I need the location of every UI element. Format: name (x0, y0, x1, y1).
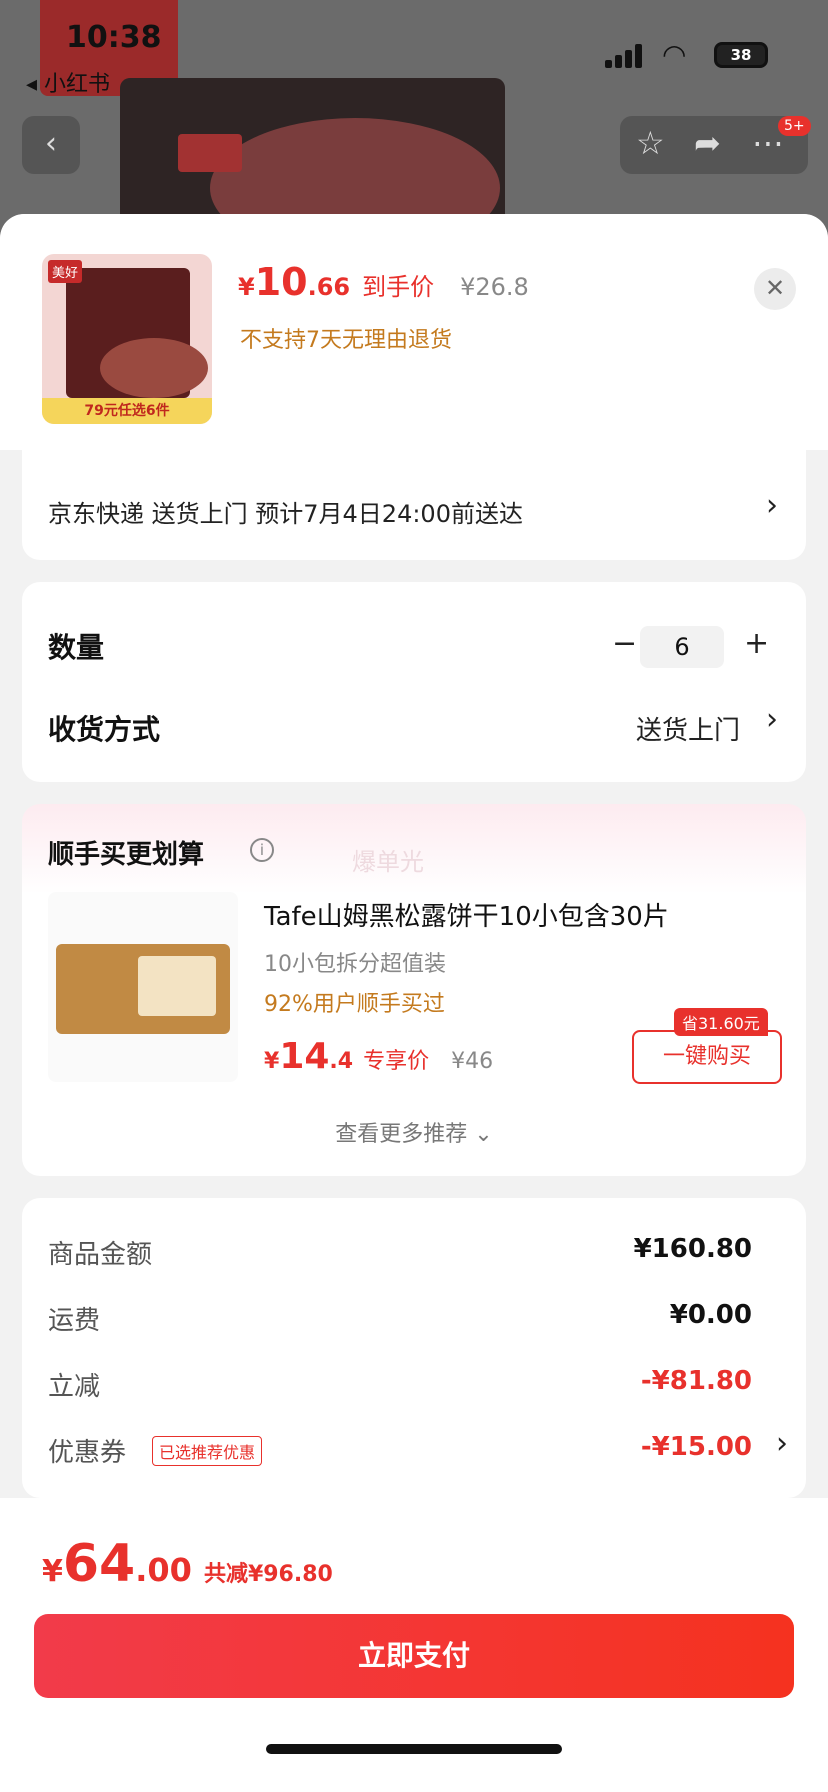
star-icon[interactable]: ☆ (636, 124, 665, 162)
summary-value: ¥160.80 (633, 1234, 752, 1264)
checkout-sheet: 美好 79元任选6件 ¥ 10 .66 到手价 ¥26.8 不支持7天无理由退货… (0, 214, 828, 1792)
status-time: 10:38 (66, 20, 162, 55)
checkout-footer: ¥ 64 .00 共减¥96.80 立即支付 (0, 1498, 828, 1792)
share-icon[interactable]: ➦ (694, 124, 721, 162)
screen: 10:38 ◂ 小红书 ◠ 38 ‹ ☆ ➦ ⋯ 5+ 美好 79元任选6件 ¥… (0, 0, 828, 1792)
sheet-header: 美好 79元任选6件 ¥ 10 .66 到手价 ¥26.8 不支持7天无理由退货… (0, 214, 828, 450)
product-logo-image (178, 134, 242, 172)
rec-price-integer: 14 (279, 1036, 330, 1077)
delivery-method-label: 收货方式 (48, 713, 161, 746)
price-integer: 10 (254, 260, 308, 304)
thumb-promo: 79元任选6件 (42, 398, 212, 424)
rec-price-tag: 专享价 (363, 1049, 430, 1074)
delivery-method-value[interactable]: 送货上门 (636, 710, 740, 747)
wifi-icon: ◠ (662, 38, 687, 71)
total-price: ¥ 64 .00 共减¥96.80 (42, 1534, 333, 1594)
back-to-app[interactable]: ◂ 小红书 (26, 66, 110, 98)
product-thumbnail: 美好 79元任选6件 (42, 254, 212, 424)
one-click-buy-button[interactable]: 一键购买 (632, 1030, 782, 1084)
price-tag: 到手价 (362, 273, 435, 301)
save-badge: 省31.60元 (674, 1008, 768, 1036)
summary-label: 商品金额 (48, 1240, 153, 1270)
recommended-product-percent: 92%用户顺手买过 (264, 992, 445, 1017)
recommended-product-subtitle: 10小包拆分超值装 (264, 952, 446, 977)
price-row: ¥ 10 .66 到手价 ¥26.8 (238, 260, 529, 304)
quantity-label: 数量 (48, 631, 105, 664)
quantity-card: 数量 − 6 + 收货方式 送货上门 › (22, 582, 806, 782)
quantity-minus-button[interactable]: − (612, 626, 637, 661)
summary-value: -¥81.80 (640, 1366, 752, 1396)
summary-card: 商品金额 ¥160.80 运费 ¥0.00 立减 -¥81.80 优惠券 已选推… (22, 1198, 806, 1498)
recommended-product-image[interactable] (48, 892, 238, 1082)
total-reduction: 共减¥96.80 (203, 1562, 333, 1587)
chevron-right-icon: › (766, 488, 778, 523)
combo-card: 顺手买更划算 i 爆单光 Tafe山姆黑松露饼干10小包含30片 10小包拆分超… (22, 804, 806, 1176)
price-currency: ¥ (238, 273, 255, 301)
more-recommendations-link[interactable]: 查看更多推荐 ⌄ (22, 1116, 806, 1148)
close-button[interactable]: ✕ (754, 268, 796, 310)
summary-value: -¥15.00 (640, 1432, 752, 1462)
pay-now-button[interactable]: 立即支付 (34, 1614, 794, 1698)
summary-value: ¥0.00 (669, 1300, 752, 1330)
quantity-input[interactable]: 6 (640, 626, 724, 668)
rec-price-decimal: .4 (329, 1049, 354, 1074)
rec-price-currency: ¥ (264, 1049, 280, 1074)
total-decimal: .00 (135, 1551, 192, 1589)
summary-row-shipping: 运费 ¥0.00 (48, 1300, 788, 1340)
signal-icon (605, 44, 645, 68)
price-decimal: .66 (307, 273, 351, 301)
summary-row-discount: 立减 -¥81.80 (48, 1366, 788, 1406)
combo-title: 顺手买更划算 (48, 840, 205, 870)
battery-icon: 38 (714, 42, 768, 68)
quantity-plus-button[interactable]: + (744, 626, 769, 661)
original-price: ¥26.8 (460, 273, 529, 301)
chevron-right-icon: › (776, 1426, 788, 1461)
chevron-right-icon: › (766, 702, 778, 737)
background-page: 10:38 ◂ 小红书 ◠ 38 ‹ ☆ ➦ ⋯ 5+ (0, 0, 828, 240)
summary-row-coupon[interactable]: 优惠券 已选推荐优惠 -¥15.00 › (48, 1426, 788, 1472)
rec-original-price: ¥46 (451, 1049, 494, 1074)
return-policy: 不支持7天无理由退货 (240, 328, 452, 353)
recommended-product-price: ¥ 14 .4 专享价 ¥46 (264, 1036, 493, 1077)
total-integer: 64 (62, 1534, 136, 1594)
recommended-product-title[interactable]: Tafe山姆黑松露饼干10小包含30片 (264, 896, 669, 933)
back-button[interactable]: ‹ (22, 116, 80, 174)
message-badge: 5+ (778, 116, 811, 136)
summary-row-goods: 商品金额 ¥160.80 (48, 1234, 788, 1274)
info-icon[interactable]: i (250, 838, 274, 862)
summary-label: 运费 (48, 1306, 101, 1336)
total-currency: ¥ (42, 1554, 63, 1589)
shipping-info: 京东快递 送货上门 预计7月4日24:00前送达 (48, 500, 523, 528)
watermark: 爆单光 (352, 848, 424, 876)
coupon-tag: 已选推荐优惠 (152, 1436, 263, 1466)
thumb-logo: 美好 (48, 260, 83, 283)
home-indicator[interactable] (266, 1744, 562, 1754)
summary-label: 立减 (48, 1372, 101, 1402)
summary-label: 优惠券 (48, 1438, 127, 1468)
